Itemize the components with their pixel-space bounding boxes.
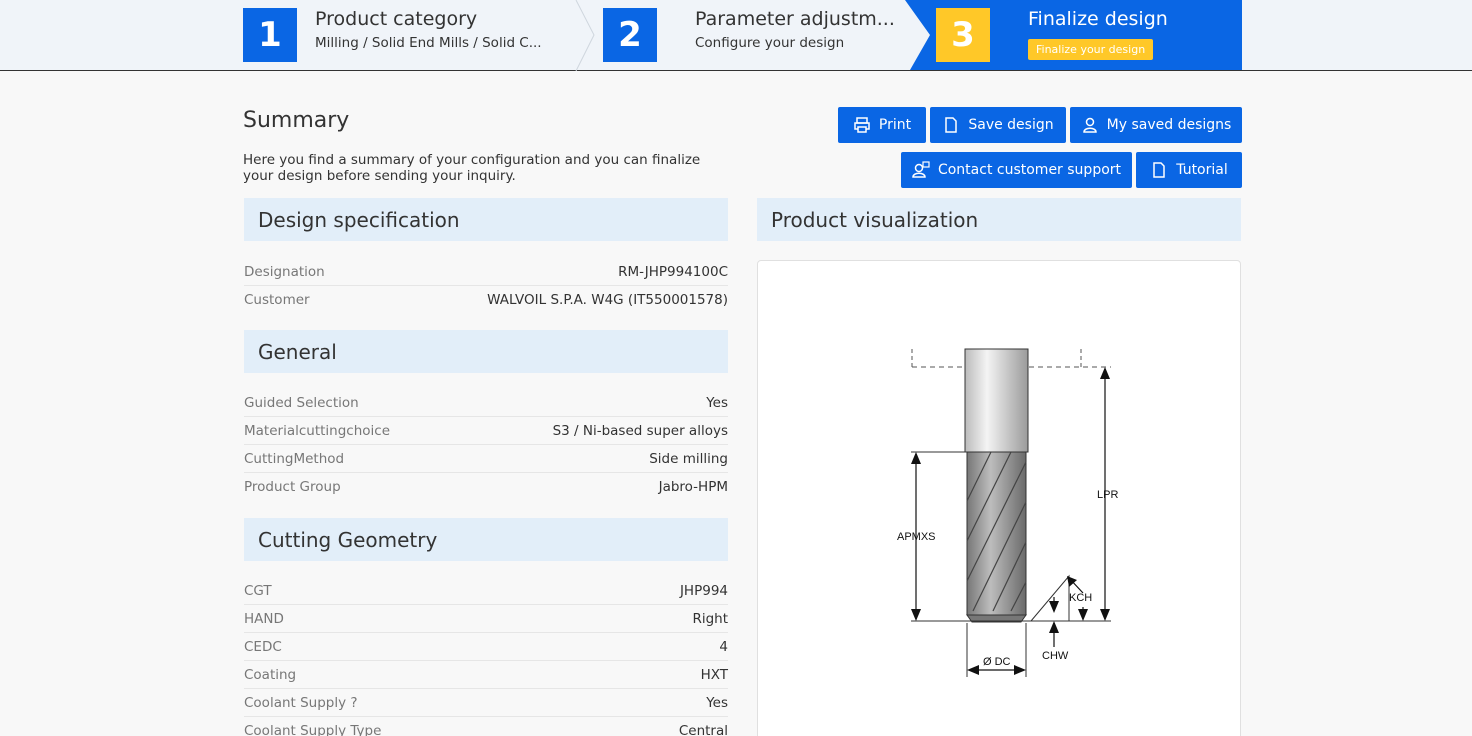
dimension-label-chw: CHW	[1042, 650, 1069, 662]
spec-label: Coating	[244, 666, 297, 683]
spec-label: HAND	[244, 610, 284, 627]
spec-row: Designation RM-JHP994100C	[244, 258, 728, 286]
spec-label: Guided Selection	[244, 394, 359, 411]
spec-row: Coolant Supply ? Yes	[244, 689, 728, 717]
spec-row: HAND Right	[244, 605, 728, 633]
spec-label: CGT	[244, 582, 272, 599]
tutorial-button[interactable]: Tutorial	[1136, 152, 1242, 188]
dimension-label-apmxs: APMXS	[897, 531, 936, 543]
spec-value: 4	[719, 638, 728, 655]
spec-label: Coolant Supply Type	[244, 723, 382, 736]
page-title: Summary	[243, 108, 350, 133]
spec-value: Central	[678, 723, 728, 736]
step-title: Finalize design	[1028, 8, 1168, 30]
spec-row: CuttingMethod Side milling	[244, 445, 728, 473]
step-parameter-adjustment[interactable]: 2 Parameter adjustm... Configure your de…	[600, 0, 910, 70]
spec-value: JHP994	[679, 582, 728, 599]
spec-row: Materialcuttingchoice S3 / Ni-based supe…	[244, 417, 728, 445]
section-general: General	[244, 330, 728, 373]
dimension-label-dc: Ø DC	[983, 656, 1011, 668]
spec-row: Coating HXT	[244, 661, 728, 689]
spec-label: Designation	[244, 263, 325, 280]
save-design-button[interactable]: Save design	[930, 107, 1066, 143]
document-icon	[1153, 162, 1166, 178]
spec-value: WALVOIL S.P.A. W4G (IT550001578)	[487, 292, 728, 308]
step-separator-icon	[575, 0, 595, 71]
end-mill-drawing: LPR APMXS KCH CHW Ø DC	[897, 348, 1118, 677]
step-title: Parameter adjustm...	[695, 8, 895, 30]
step-number: 3	[936, 8, 990, 62]
spec-label: CuttingMethod	[244, 450, 345, 467]
step-number: 2	[603, 8, 657, 62]
section-design-specification: Design specification	[244, 198, 728, 241]
support-icon	[912, 161, 930, 178]
spec-value: Right	[692, 610, 728, 627]
spec-value: HXT	[700, 666, 728, 683]
print-button-label: Print	[878, 117, 912, 133]
my-saved-designs-label: My saved designs	[1106, 117, 1232, 133]
spec-row: CGT JHP994	[244, 577, 728, 605]
step-product-category[interactable]: 1 Product category Milling / Solid End M…	[0, 0, 600, 70]
spec-row: Customer WALVOIL S.P.A. W4G (IT550001578…	[244, 286, 728, 314]
product-visualization-panel: LPR APMXS KCH CHW Ø DC	[757, 260, 1241, 736]
spec-label: Materialcuttingchoice	[244, 422, 391, 439]
spec-label: Product Group	[244, 479, 341, 495]
step-title: Product category	[315, 8, 478, 30]
spec-row: Product Group Jabro-HPM	[244, 473, 728, 501]
dimension-label-kch: KCH	[1069, 592, 1092, 604]
step-badge: Finalize your design	[1028, 39, 1154, 60]
spec-label: Customer	[244, 292, 310, 308]
spec-row: Guided Selection Yes	[244, 389, 728, 417]
save-design-label: Save design	[968, 117, 1054, 133]
progress-stepper: 1 Product category Milling / Solid End M…	[0, 0, 1472, 71]
contact-support-label: Contact customer support	[937, 162, 1122, 178]
dimension-label-lpr: LPR	[1097, 489, 1118, 501]
printer-icon	[854, 117, 870, 133]
spec-label: CEDC	[244, 638, 282, 655]
spec-value: Jabro-HPM	[658, 479, 728, 495]
document-icon	[945, 117, 958, 133]
spec-label: Coolant Supply ?	[244, 694, 358, 711]
contact-support-button[interactable]: Contact customer support	[901, 152, 1132, 188]
user-icon	[1082, 117, 1097, 133]
step-subtitle: Milling / Solid End Mills / Solid C...	[315, 35, 542, 51]
spec-value: RM-JHP994100C	[618, 263, 728, 280]
print-button[interactable]: Print	[838, 107, 926, 143]
spec-value: Yes	[706, 394, 728, 411]
spec-row: CEDC 4	[244, 633, 728, 661]
section-product-visualization: Product visualization	[757, 198, 1241, 241]
step-subtitle: Configure your design	[695, 35, 845, 51]
tutorial-label: Tutorial	[1176, 162, 1228, 178]
my-saved-designs-button[interactable]: My saved designs	[1070, 107, 1242, 143]
spec-value: Yes	[706, 694, 728, 711]
spec-value: Side milling	[649, 450, 728, 467]
spec-value: S3 / Ni-based super alloys	[552, 422, 728, 439]
step-number: 1	[243, 8, 297, 62]
page-description: Here you find a summary of your configur…	[243, 152, 701, 184]
section-cutting-geometry: Cutting Geometry	[244, 518, 728, 561]
spec-row: Coolant Supply Type Central	[244, 717, 728, 736]
